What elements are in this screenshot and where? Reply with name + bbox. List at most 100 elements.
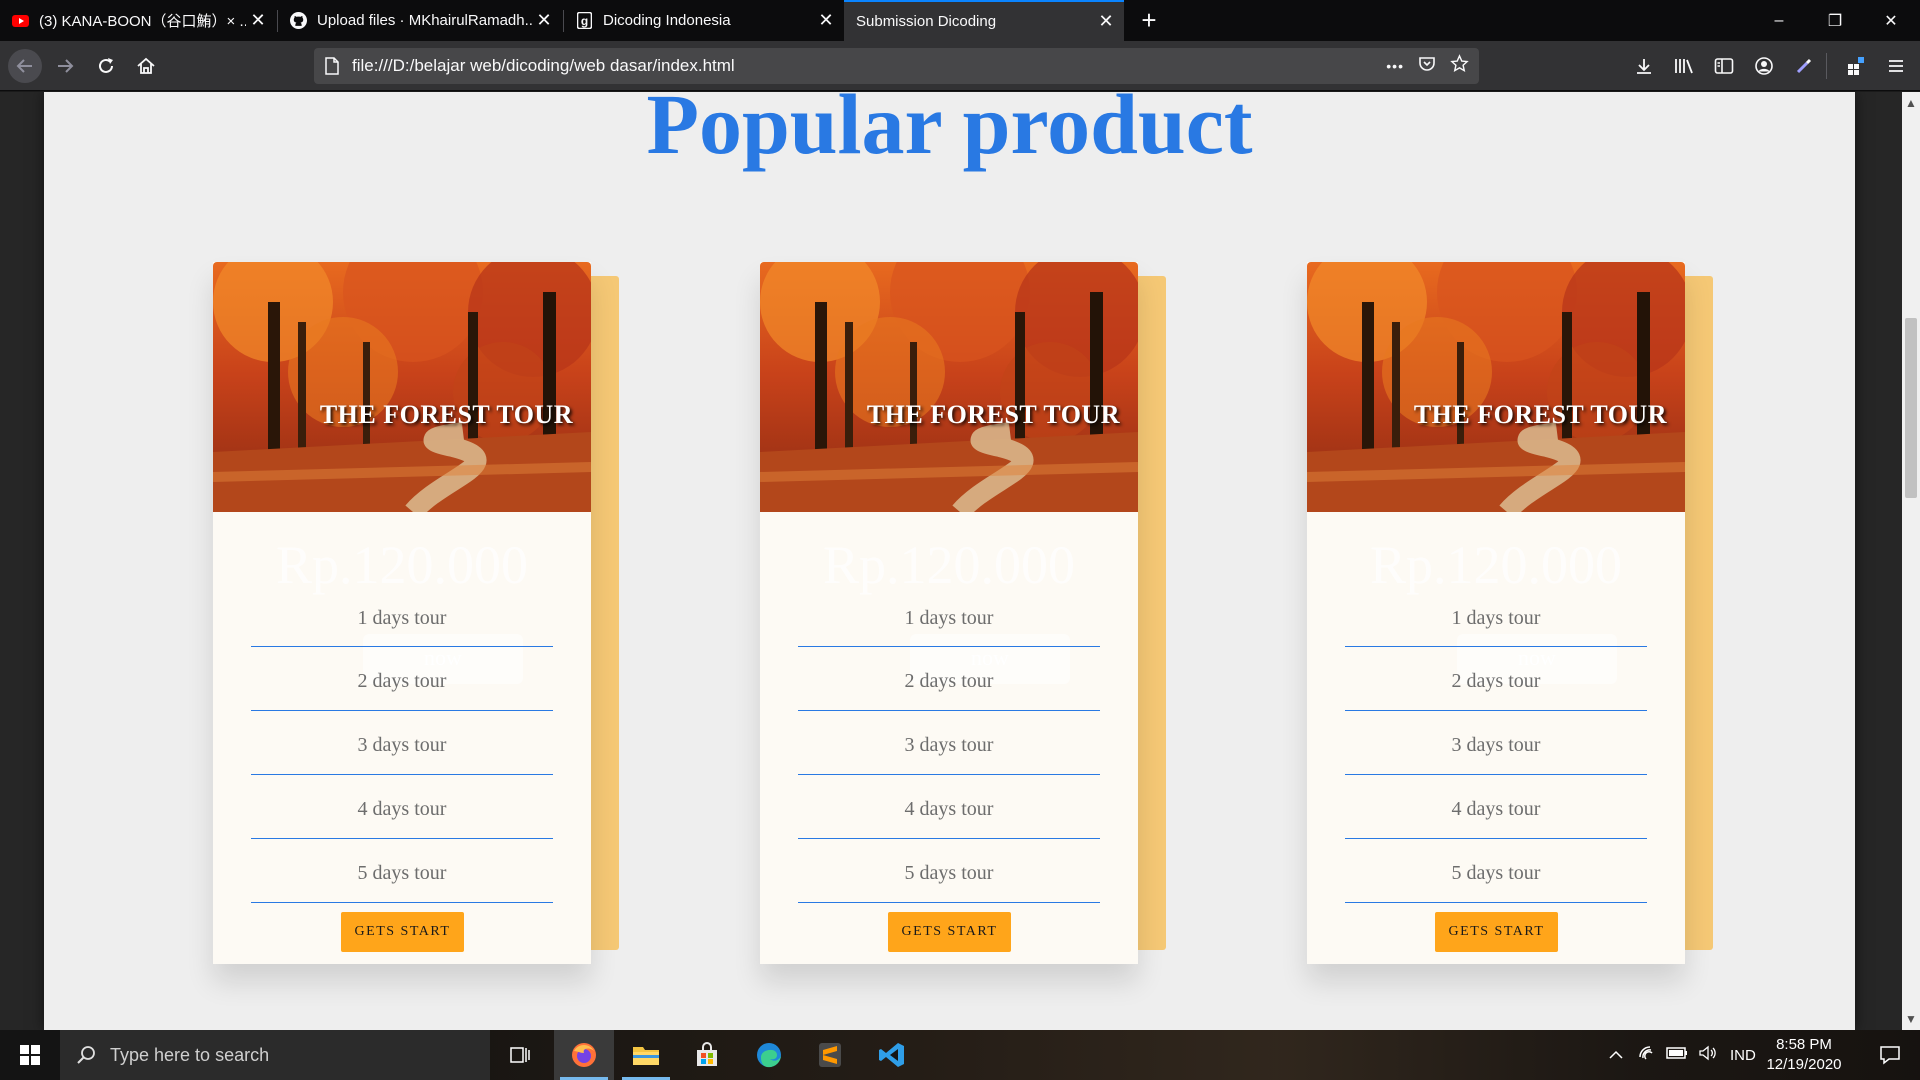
tour-item: 5 days tour	[1345, 839, 1647, 903]
pocket-icon[interactable]	[1418, 55, 1436, 78]
vscode-icon[interactable]	[862, 1030, 922, 1080]
restore-button[interactable]: ❐	[1807, 0, 1863, 41]
browser-tab-bar: (3) KANA-BOON（谷口鮪）× ... ✕ Upload files ·…	[0, 0, 1920, 41]
section-heading: Popular product	[646, 92, 1253, 172]
card-image-title: THE FOREST TOUR	[866, 400, 1120, 429]
product-card: THE FOREST TOUR Rp.120.000 now 1 days to…	[760, 262, 1166, 972]
tab-github[interactable]: Upload files · MKhairulRamadh... ✕	[278, 0, 562, 41]
clock-time: 8:58 PM	[1776, 1036, 1832, 1053]
file-explorer-icon[interactable]	[616, 1030, 676, 1080]
home-button[interactable]	[129, 49, 163, 83]
new-tab-button[interactable]: +	[1132, 0, 1166, 41]
volume-icon[interactable]	[1698, 1045, 1718, 1065]
dicoding-icon: g	[576, 12, 593, 29]
gets-start-button[interactable]: GETS START	[888, 912, 1011, 952]
close-window-button[interactable]: ✕	[1863, 0, 1919, 41]
start-button[interactable]	[0, 1030, 60, 1080]
close-tab-icon[interactable]: ✕	[532, 10, 556, 31]
tour-list: 1 days tour 2 days tour 3 days tour 4 da…	[251, 584, 553, 903]
github-icon	[290, 12, 307, 29]
windows-taskbar: Type here to search IND 8:58 PM 12/19/20…	[0, 1030, 1920, 1080]
scroll-thumb[interactable]	[1905, 318, 1917, 498]
browser-toolbar: file:///D:/belajar web/dicoding/web dasa…	[0, 41, 1920, 91]
tab-dicoding[interactable]: g Dicoding Indonesia ✕	[564, 0, 844, 41]
sublime-text-icon[interactable]	[800, 1030, 860, 1080]
menu-icon[interactable]	[1884, 54, 1908, 78]
battery-icon[interactable]	[1666, 1046, 1688, 1064]
tour-item: 3 days tour	[251, 711, 553, 775]
system-tray: IND	[1608, 1030, 1756, 1080]
product-card: THE FOREST TOUR Rp.120.000 now 1 days to…	[1307, 262, 1713, 972]
forest-image: THE FOREST TOUR	[760, 262, 1138, 512]
tour-item: 3 days tour	[1345, 711, 1647, 775]
reload-icon	[99, 58, 113, 73]
minimize-button[interactable]: –	[1751, 0, 1807, 41]
reload-button[interactable]	[89, 49, 123, 83]
close-tab-icon[interactable]: ✕	[1094, 11, 1118, 32]
edge-icon[interactable]	[739, 1030, 799, 1080]
gets-start-button[interactable]: GETS START	[1435, 912, 1558, 952]
tour-item: 4 days tour	[251, 775, 553, 839]
page-scrollbar[interactable]: ▲ ▼	[1902, 92, 1920, 1030]
eyedropper-icon[interactable]	[1792, 54, 1816, 78]
tab-submission-dicoding[interactable]: Submission Dicoding ✕	[844, 0, 1124, 41]
scroll-down-icon[interactable]: ▼	[1902, 1010, 1920, 1028]
tab-youtube[interactable]: (3) KANA-BOON（谷口鮪）× ... ✕	[0, 0, 276, 41]
firefox-icon[interactable]	[554, 1030, 614, 1080]
taskbar-clock[interactable]: 8:58 PM 12/19/2020	[1764, 1035, 1844, 1075]
wifi-icon[interactable]	[1638, 1045, 1656, 1065]
page-viewport: Popular product THE FOREST TOUR Rp.120.0…	[0, 92, 1902, 1030]
home-icon	[137, 57, 155, 74]
notifications-icon[interactable]	[1860, 1030, 1920, 1080]
tour-list: 1 days tour 2 days tour 3 days tour 4 da…	[798, 584, 1100, 903]
youtube-icon	[12, 12, 29, 29]
card-body: THE FOREST TOUR Rp.120.000 now 1 days to…	[1307, 262, 1685, 964]
card-body: THE FOREST TOUR Rp.120.000 now 1 days to…	[760, 262, 1138, 964]
search-icon	[76, 1045, 96, 1065]
back-button[interactable]	[8, 49, 42, 83]
windows-icon	[20, 1045, 40, 1065]
card-image-title: THE FOREST TOUR	[1413, 400, 1667, 429]
tour-item: 2 days tour	[798, 647, 1100, 711]
back-arrow-icon	[16, 59, 32, 73]
tour-item: 1 days tour	[251, 584, 553, 647]
page-actions-icon[interactable]: •••	[1386, 58, 1404, 74]
tab-title: (3) KANA-BOON（谷口鮪）× ...	[39, 13, 246, 30]
card-body: THE FOREST TOUR Rp.120.000 now 1 days to…	[213, 262, 591, 964]
store-icon[interactable]	[677, 1030, 737, 1080]
tour-item: 5 days tour	[251, 839, 553, 903]
sidebar-icon[interactable]	[1712, 54, 1736, 78]
tour-list: 1 days tour 2 days tour 3 days tour 4 da…	[1345, 584, 1647, 903]
tour-item: 1 days tour	[1345, 584, 1647, 647]
tab-title: Upload files · MKhairulRamadh...	[317, 12, 532, 29]
svg-text:g: g	[581, 14, 588, 28]
download-icon[interactable]	[1632, 54, 1656, 78]
bookmark-star-icon[interactable]	[1450, 54, 1469, 78]
search-placeholder: Type here to search	[110, 1044, 270, 1065]
tab-title: Submission Dicoding	[856, 13, 997, 30]
task-view-icon[interactable]	[490, 1030, 550, 1080]
url-bar[interactable]: file:///D:/belajar web/dicoding/web dasa…	[314, 48, 1479, 84]
taskbar-search[interactable]: Type here to search	[60, 1030, 490, 1080]
language-indicator[interactable]: IND	[1730, 1047, 1756, 1064]
forward-button[interactable]	[48, 49, 82, 83]
tour-item: 4 days tour	[1345, 775, 1647, 839]
tour-item: 3 days tour	[798, 711, 1100, 775]
forest-image: THE FOREST TOUR	[213, 262, 591, 512]
url-text: file:///D:/belajar web/dicoding/web dasa…	[352, 56, 735, 75]
library-icon[interactable]	[1672, 54, 1696, 78]
extensions-icon[interactable]	[1844, 54, 1868, 78]
show-hidden-icons-icon[interactable]	[1608, 1047, 1624, 1064]
forward-arrow-icon	[58, 59, 74, 73]
product-card: THE FOREST TOUR Rp.120.000 now 1 days to…	[213, 262, 619, 972]
tab-title: Dicoding Indonesia	[603, 12, 731, 29]
close-tab-icon[interactable]: ✕	[814, 10, 838, 31]
tour-item: 2 days tour	[1345, 647, 1647, 711]
gets-start-button[interactable]: GETS START	[341, 912, 464, 952]
scroll-up-icon[interactable]: ▲	[1902, 94, 1920, 112]
tour-item: 1 days tour	[798, 584, 1100, 647]
tour-item: 2 days tour	[251, 647, 553, 711]
close-tab-icon[interactable]: ✕	[246, 10, 270, 31]
account-icon[interactable]	[1752, 54, 1776, 78]
clock-date: 12/19/2020	[1766, 1056, 1842, 1073]
